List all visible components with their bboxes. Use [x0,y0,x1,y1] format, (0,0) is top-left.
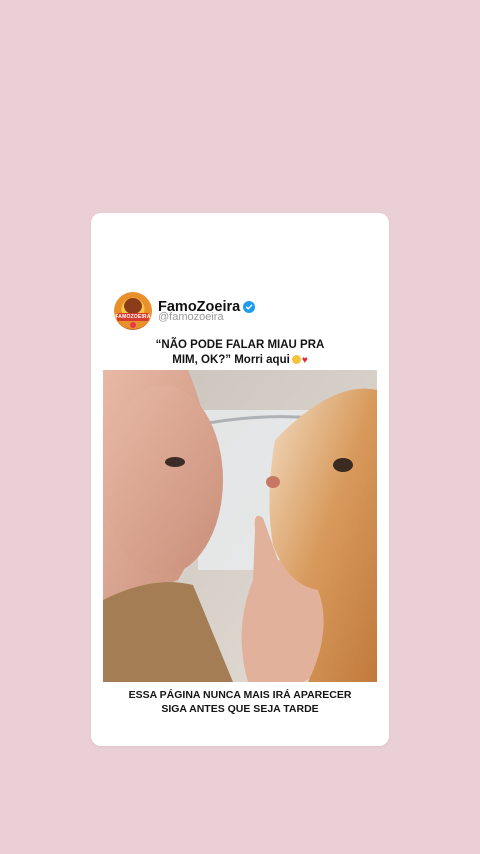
footer-line-1: ESSA PÁGINA NUNCA MAIS IRÁ APARECER [128,689,352,701]
profile-avatar[interactable]: FAMOZOEIRA [114,292,152,330]
caption-line-1: “NÃO PODE FALAR MIAU PRA [155,339,325,351]
verified-badge-icon [243,301,256,313]
caption-line-2-wrap: MIM, OK?” Morri aqui ♥ [120,353,360,368]
footer-line-2: SIGA ANTES QUE SEJA TARDE [161,703,319,715]
post-caption: “NÃO PODE FALAR MIAU PRA MIM, OK?” Morri… [120,338,360,368]
post-video[interactable] [103,370,377,682]
laughing-emoji-icon [291,355,301,364]
heart-emoji-icon: ♥ [301,355,308,366]
baby-and-cat-scene [103,370,377,682]
avatar-mascot-face [124,298,142,314]
post-footer: ESSA PÁGINA NUNCA MAIS IRÁ APARECER SIGA… [100,688,380,716]
avatar-mic-icon [130,322,136,328]
profile-handle[interactable]: @famozoeira [158,311,224,323]
caption-line-2: MIM, OK?” Morri aqui [172,354,290,366]
avatar-logo-text: FAMOZOEIRA [115,314,151,320]
